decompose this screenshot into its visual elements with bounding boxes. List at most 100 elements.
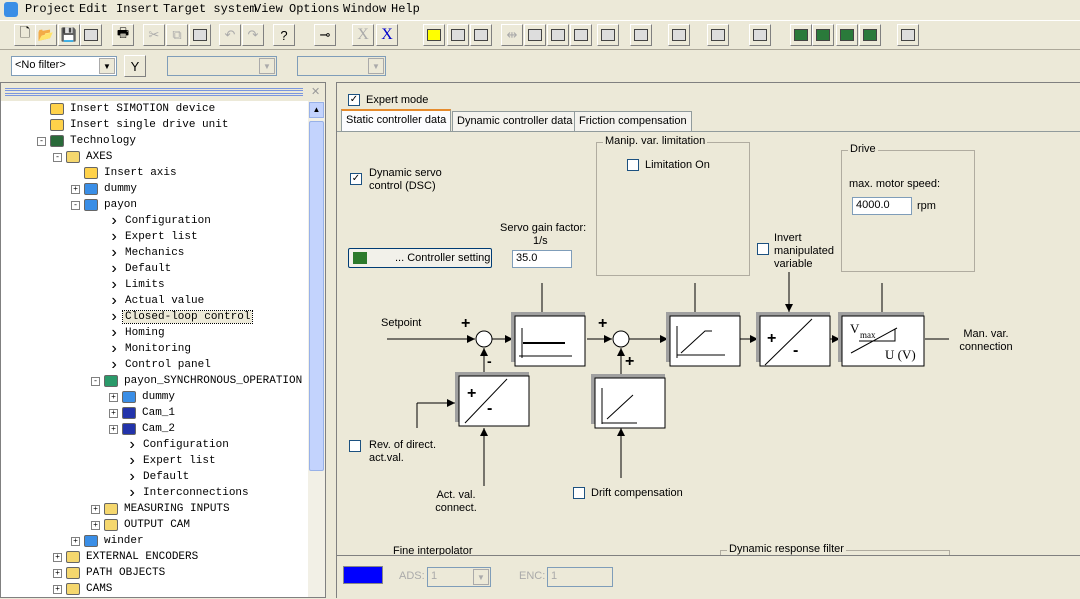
tree-item[interactable]: - payon_SYNCHRONOUS_OPERATION [91,373,304,389]
tree-item[interactable]: + OUTPUT CAM [91,517,192,533]
xe-button[interactable]: X [376,24,398,46]
view-button[interactable] [597,24,619,46]
expand-icon[interactable]: + [91,520,100,530]
grid-button[interactable] [897,24,919,46]
tree-item[interactable]: + PATH OBJECTS [53,565,167,581]
tree-item[interactable]: - payon [71,197,139,213]
cut-button[interactable]: ✂ [143,24,165,46]
expand-icon[interactable]: + [53,584,62,594]
collapse-icon[interactable]: - [91,376,100,386]
open-icon: 📂 [37,27,55,42]
tree-item[interactable]: - AXES [53,149,114,165]
undo-button[interactable]: ↶ [219,24,241,46]
load-button[interactable] [524,24,546,46]
expand-icon[interactable]: + [71,536,80,546]
upload2-button[interactable] [630,24,652,46]
menu-target-system[interactable]: Target system [163,2,257,16]
trace3-button[interactable] [836,24,858,46]
tree-item-label: OUTPUT CAM [124,519,191,531]
tree-item[interactable]: › Actual value [109,293,206,309]
tree-item[interactable]: Insert single drive unit [50,117,230,133]
xi-button[interactable]: X [352,24,374,46]
tree-item[interactable]: › Interconnections [127,485,251,501]
new-button[interactable]: 🗋 [14,24,36,46]
tree-item[interactable]: + EXTERNAL ENCODERS [53,549,200,565]
tree-item[interactable]: › Expert list [109,229,200,245]
chevron-icon: › [127,468,137,486]
expand-icon[interactable]: + [53,568,62,578]
info-button[interactable] [707,24,729,46]
tree-item[interactable]: › Default [109,261,173,277]
tree-item[interactable]: + Cam_1 [109,405,177,421]
collapse-icon[interactable]: - [53,152,62,162]
tree-item[interactable]: › Configuration [109,213,213,229]
tree-item[interactable]: › Default [127,469,191,485]
connect-button[interactable]: ⊸ [314,24,336,46]
menu-view[interactable]: View [254,2,283,16]
network-button[interactable] [423,24,445,46]
tree-item[interactable]: › Configuration [127,437,231,453]
menu-edit[interactable]: Edit [79,2,108,16]
paste-button[interactable] [189,24,211,46]
tree-item[interactable]: + dummy [71,181,139,197]
expand-icon[interactable]: + [53,552,62,562]
expand-icon[interactable]: + [109,424,118,434]
vmax-label: V [850,321,860,336]
user-button[interactable] [749,24,771,46]
help-button[interactable]: ? [273,24,295,46]
scroll-up-icon[interactable]: ▲ [309,102,324,118]
expand-icon[interactable]: + [109,408,118,418]
trace4-button[interactable] [859,24,881,46]
ads-dropdown[interactable]: 1 ▼ [427,567,491,587]
trace1-button[interactable] [790,24,812,46]
tree-item[interactable]: › Monitoring [109,341,193,357]
filter-dropdown[interactable]: <No filter> ▼ [11,56,117,76]
tree-item[interactable]: › Limits [109,277,167,293]
tree-item[interactable]: + CAMS [53,581,114,597]
scroll-thumb[interactable] [309,121,324,471]
save-compile-button[interactable] [80,24,102,46]
print-button[interactable]: 🖶 [112,24,134,46]
expand-icon[interactable]: + [109,392,118,402]
tree-item[interactable]: › Homing [109,325,167,341]
collapse-icon[interactable]: - [71,200,80,210]
network2-button[interactable] [470,24,492,46]
menu-project[interactable]: Project [25,2,75,16]
tree-scrollbar[interactable]: ▲ [308,101,325,597]
expand-icon[interactable]: + [71,184,80,194]
tree-item[interactable]: + dummy [109,389,177,405]
dropdown-2[interactable]: ▼ [167,56,277,76]
chevron-icon: › [109,340,119,358]
download-button[interactable] [447,24,469,46]
filter-edit-button[interactable]: Y [124,55,146,77]
tree-item[interactable]: + Cam_2 [109,421,177,437]
tree-item[interactable]: › Expert list [127,453,218,469]
tree-item[interactable]: + winder [71,533,146,549]
menu-insert[interactable]: Insert [116,2,159,16]
tree-item[interactable]: › Mechanics [109,245,186,261]
upload-button[interactable] [547,24,569,46]
trace2-button[interactable] [812,24,834,46]
copy-button[interactable]: ⧉ [166,24,188,46]
menu-window[interactable]: Window [343,2,386,16]
tree-item[interactable]: › Control panel [109,357,213,373]
tree-item[interactable]: + MEASURING INPUTS [91,501,232,517]
tree-item[interactable]: - Technology [37,133,138,149]
tree-item[interactable]: › Closed-loop control [109,309,254,325]
redo-button[interactable]: ↷ [242,24,264,46]
tree-item[interactable]: Insert SIMOTION device [50,101,217,117]
close-icon[interactable]: ✕ [311,85,320,98]
monitor-button[interactable] [668,24,690,46]
insert-icon [84,167,98,179]
chevron-down-icon: ▼ [368,58,384,74]
expand-icon[interactable]: + [91,504,100,514]
loaddown-button[interactable] [570,24,592,46]
split-button[interactable]: ⇹ [501,24,523,46]
menu-options[interactable]: Options [289,2,339,16]
open-button[interactable]: 📂 [35,24,57,46]
collapse-icon[interactable]: - [37,136,46,146]
save-button[interactable]: 💾 [58,24,80,46]
dropdown-3[interactable]: ▼ [297,56,386,76]
tree-item[interactable]: Insert axis [84,165,179,181]
menu-help[interactable]: Help [391,2,420,16]
